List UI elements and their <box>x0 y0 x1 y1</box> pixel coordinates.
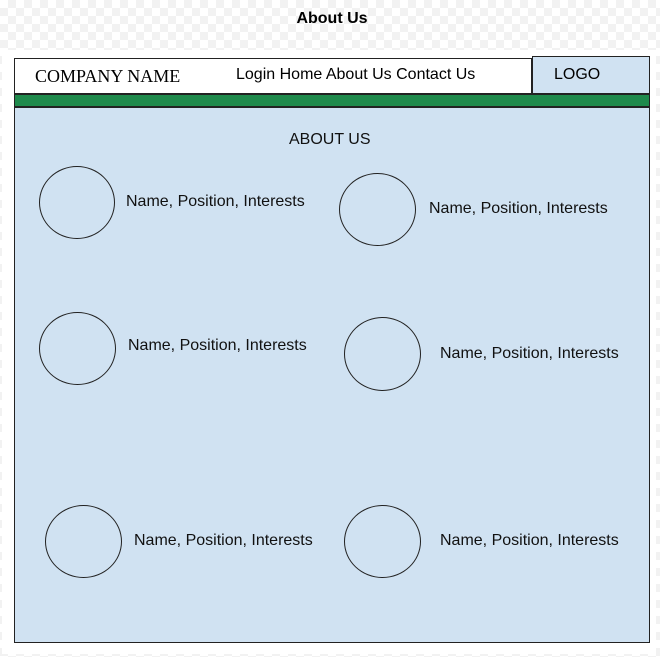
member-photo-placeholder <box>344 505 421 578</box>
logo-label: LOGO <box>554 66 601 83</box>
member-photo-placeholder <box>45 505 122 578</box>
nav-menu: Login Home About Us Contact Us <box>236 66 475 84</box>
member-photo-placeholder <box>344 317 421 391</box>
nav-link-about-us[interactable]: About Us <box>326 66 392 83</box>
nav-link-home[interactable]: Home <box>280 66 323 83</box>
member-info: Name, Position, Interests <box>128 337 307 354</box>
member-photo-placeholder <box>39 166 115 239</box>
header-bar: COMPANY NAME Login Home About Us Contact… <box>14 58 532 94</box>
member-info: Name, Position, Interests <box>440 532 619 549</box>
member-info: Name, Position, Interests <box>126 193 305 210</box>
logo-placeholder[interactable]: LOGO <box>532 56 650 94</box>
member-photo-placeholder <box>39 312 116 385</box>
member-photo-placeholder <box>339 173 416 246</box>
member-info: Name, Position, Interests <box>440 345 619 362</box>
page-title: About Us <box>296 10 368 27</box>
nav-link-contact-us[interactable]: Contact Us <box>396 66 475 83</box>
company-name: COMPANY NAME <box>35 66 181 86</box>
section-title: ABOUT US <box>289 131 371 148</box>
nav-link-login[interactable]: Login <box>236 66 275 83</box>
member-info: Name, Position, Interests <box>134 532 313 549</box>
accent-bar <box>14 94 650 107</box>
member-info: Name, Position, Interests <box>429 200 608 217</box>
